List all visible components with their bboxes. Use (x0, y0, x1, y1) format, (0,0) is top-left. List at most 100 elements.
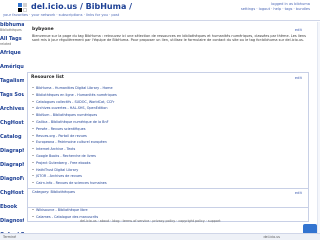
resource-link[interactable]: Catalogues collectifs - SUDOC, WorldCat,… (36, 100, 114, 104)
sidebar-item[interactable]: DiagnoFast (0, 176, 24, 189)
bullet-icon: • (32, 215, 34, 220)
list-item[interactable]: • BibNum - Bibliothèques numériques (32, 112, 308, 119)
sidebar-item[interactable]: Diagnostic (0, 218, 24, 231)
resource-link[interactable]: JSTOR - Archives de revues (36, 174, 82, 178)
main-content: bybyone edit Bienvenue sur la page du ta… (25, 22, 311, 222)
sidebar-item-label[interactable]: Archives (0, 106, 24, 112)
account-links[interactable]: settings · logout · help · tags · bundle… (241, 7, 310, 12)
bullet-icon: • (32, 147, 34, 152)
sidebar-item-label[interactable]: ChgHost (0, 120, 24, 126)
sidebar-item[interactable]: bibhuma Bibliothèques (0, 22, 24, 35)
bullet-icon: • (32, 153, 34, 158)
sidebar-item[interactable]: Catalog (0, 134, 24, 147)
bullet-icon: • (32, 160, 34, 165)
description-edit-link[interactable]: edit (295, 27, 302, 32)
sidebar-item[interactable]: Ebook (0, 204, 24, 217)
bullet-icon: • (32, 106, 34, 111)
list-item[interactable]: • Project Gutenberg - Free ebooks (32, 160, 308, 167)
sidebar-item[interactable]: ChgHost (0, 190, 24, 203)
list-item[interactable]: • Bibliothèques en ligne - Humanités numé… (32, 92, 308, 99)
list-item[interactable]: • Wikisource - Bibliothèque libre (32, 207, 308, 214)
sidebar-item[interactable]: Tagalism (0, 78, 24, 91)
status-right-text: del.icio.us (263, 235, 280, 239)
sidebar-item-label[interactable]: Amériques (0, 64, 24, 70)
sidebar-item-label[interactable]: DiagnoFast (0, 176, 24, 182)
description-text: Bienvenue sur la page du tag BibHuma : r… (32, 34, 306, 43)
header-nav[interactable]: your favorites · your network · subscrip… (3, 13, 119, 17)
bullet-icon: • (32, 86, 34, 90)
bullet-icon: • (32, 113, 34, 118)
resource-link[interactable]: Project Gutenberg - Free ebooks (36, 161, 91, 165)
list-item[interactable]: • Catalogues collectifs - SUDOC, WorldCat… (32, 99, 308, 106)
bullet-icon: • (32, 167, 34, 172)
category-edit-link[interactable]: edit (295, 190, 302, 195)
site-title[interactable]: del.icio.us / BibHuma / (31, 2, 132, 11)
category-link[interactable]: Category: Bibliothèques (32, 190, 75, 194)
status-text: Terminé (3, 235, 17, 239)
list-item[interactable]: • Google Books - Recherche de livres (32, 153, 308, 160)
list-item[interactable]: • Cairn.info - Revues de sciences humaine… (32, 180, 308, 187)
sidebar-item[interactable]: Amériques (0, 64, 24, 77)
list-item[interactable]: • HathiTrust Digital Library (32, 167, 308, 174)
sidebar-item-label[interactable]: Tags Sout (0, 92, 24, 98)
sidebar-item[interactable]: All Tags related (0, 36, 24, 49)
sidebar-item-label[interactable]: Catalog (0, 134, 24, 140)
category-panel: Category: Bibliothèques edit (27, 188, 309, 208)
list-item[interactable]: • Persée - Revues scientifiques (32, 126, 308, 133)
sidebar-item-label[interactable]: Diagraphie (0, 148, 24, 154)
list-item[interactable]: • Archives ouvertes - HAL-SHS, OpenEditio… (32, 105, 308, 112)
list-item[interactable]: • Revues.org - Portail de revues (32, 133, 308, 140)
sidebar-item-label[interactable]: Tagalism (0, 78, 24, 84)
account-menu[interactable]: logged in as bibhuma settings · logout ·… (241, 2, 310, 12)
resource-link[interactable]: Gallica - Bibliothèque numérique de la B… (36, 120, 109, 124)
list-item[interactable]: • Europeana - Patrimoine culturel europée… (32, 139, 308, 146)
resource-link[interactable]: Persée - Revues scientifiques (36, 127, 85, 131)
sidebar-item[interactable]: Archives (0, 106, 24, 119)
resource-link[interactable]: Revues.org - Portail de revues (36, 134, 87, 138)
bullet-icon: • (32, 181, 34, 186)
header-divider (0, 20, 320, 21)
resource-link[interactable]: Wikisource - Bibliothèque libre (36, 208, 88, 212)
resource-link[interactable]: Cairn.info - Revues de sciences humaines (36, 181, 107, 185)
resource-link[interactable]: BibNum - Bibliothèques numériques (36, 113, 97, 117)
bullet-icon: • (32, 99, 34, 104)
list-item[interactable]: • BibHuma - Humanities Digital Library - … (32, 85, 308, 92)
sidebar-item[interactable]: Diagraphie (0, 148, 24, 161)
sidebar-item-sub: Bibliothèques (0, 28, 22, 32)
sidebar-item-label[interactable]: Ebook (0, 204, 24, 210)
sidebar-item-label[interactable]: Afrique (0, 50, 24, 56)
resource-link[interactable]: Archives ouvertes - HAL-SHS, OpenEdition (36, 106, 108, 110)
bullet-icon: • (32, 208, 34, 213)
bullet-icon: • (32, 133, 34, 138)
sidebar-item-label[interactable]: ChgHost (0, 190, 24, 196)
sidebar-item[interactable]: Afrique (0, 50, 24, 63)
list-item[interactable]: • Gallica - Bibliothèque numérique de la … (32, 119, 308, 126)
sidebar-item[interactable]: Tags Sout (0, 92, 24, 105)
resource-link[interactable]: Google Books - Recherche de livres (36, 154, 96, 158)
sidebar-item-label[interactable]: Diagraphie (0, 162, 24, 168)
bullet-icon: • (32, 92, 34, 97)
bullet-icon: • (32, 119, 34, 124)
bullet-icon: • (32, 174, 34, 179)
sidebar-item[interactable]: Diagraphie (0, 162, 24, 175)
user-name-link[interactable]: BibHuma / (86, 2, 132, 11)
resource-link[interactable]: HathiTrust Digital Library (36, 168, 78, 172)
site-name-link[interactable]: del.icio.us / (31, 2, 86, 11)
resource-link[interactable]: Internet Archive - Texts (36, 147, 75, 151)
sidebar-item[interactable]: ChgHost (0, 120, 24, 133)
resource-link[interactable]: Europeana - Patrimoine culturel européen (36, 140, 107, 144)
sidebar-item-label[interactable]: Diagnostic (0, 218, 24, 224)
tag-sidebar: bibhuma Bibliothèques All Tags related Afriq… (0, 22, 24, 240)
resource-list-title: Resource list (31, 75, 64, 80)
list-item[interactable]: • JSTOR - Archives de revues (32, 173, 308, 180)
resource-link[interactable]: Bibliothèques en ligne - Humanités numér… (36, 93, 117, 97)
footer-links[interactable]: del.icio.us · about · blog · terms of se… (80, 219, 221, 223)
list-item[interactable]: • Internet Archive - Texts (32, 146, 308, 153)
description-panel: bybyone edit Bienvenue sur la page du ta… (27, 25, 309, 59)
bullet-icon: • (32, 140, 34, 145)
description-label: bybyone (32, 27, 54, 32)
resource-link[interactable]: BibHuma - Humanities Digital Library - H… (36, 86, 113, 90)
delicious-logo-icon[interactable] (18, 3, 27, 12)
resource-list-edit-link[interactable]: edit (295, 75, 302, 80)
browser-status-bar: Terminé del.icio.us (0, 233, 320, 240)
